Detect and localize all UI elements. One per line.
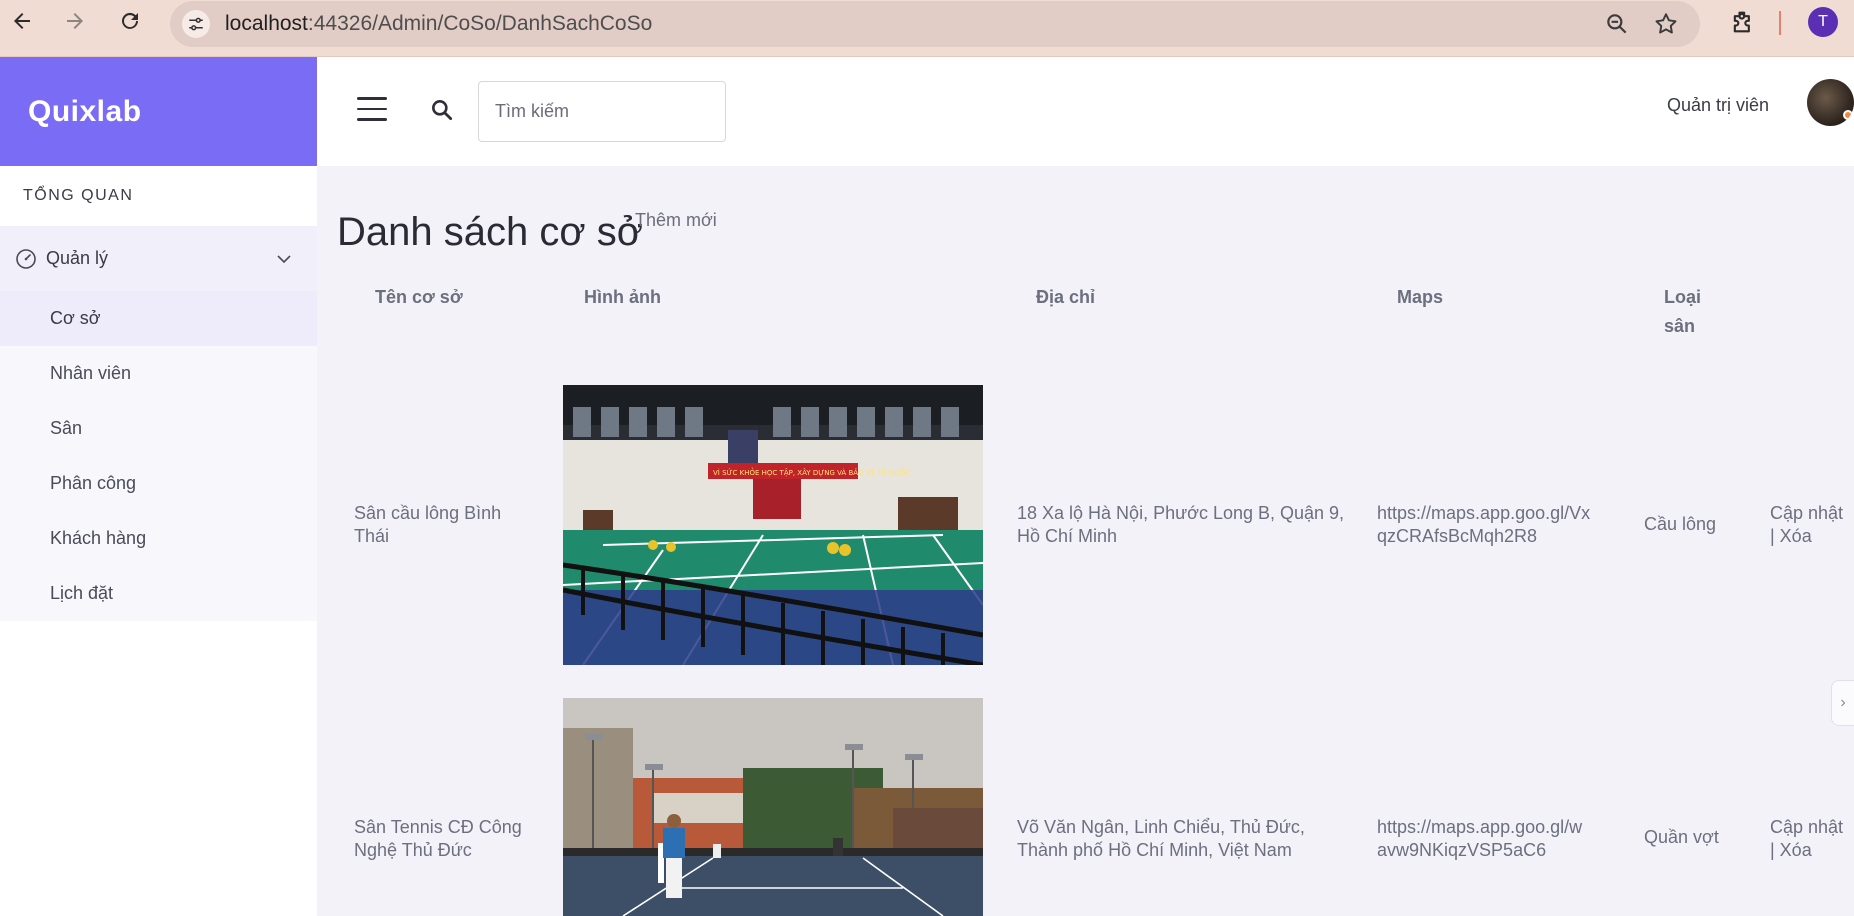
cell-address: Võ Văn Ngân, Linh Chiểu, Thủ Đức, Thành p… [1017,816,1305,862]
sidebar-item-label: Lịch đặt [50,583,114,603]
delete-link[interactable]: | Xóa [1770,839,1843,862]
sidebar-item-label: Sân [50,418,83,438]
column-header-type-line2: sân [1664,316,1696,336]
cell-name-line2: Thái [354,526,390,546]
brand-logo[interactable]: Quixlab [0,57,317,166]
column-header-address: Địa chỉ [1036,287,1096,307]
cell-type: Quần vợt [1644,827,1719,847]
sidebar-item-lich-dat[interactable]: Lịch đặt [0,566,317,621]
sidebar-item-phan-cong[interactable]: Phân công [0,456,317,511]
update-link[interactable]: Cập nhật [1770,816,1843,839]
maps-link[interactable]: https://maps.app.goo.gl/w avw9NKiqzVSP5aC… [1377,816,1582,862]
sidebar-group-toggle[interactable]: Quản lý [0,226,317,291]
forward-arrow-icon[interactable] [62,8,88,34]
maps-link[interactable]: https://maps.app.goo.gl/Vx qzCRAfsBcMqh2R… [1377,502,1590,548]
cell-name-line1: Sân cầu lông Bình [354,503,502,523]
search-icon[interactable] [429,97,455,123]
update-link[interactable]: Cập nhật [1770,502,1843,525]
badminton-court-photo: VÌ SỨC KHỎE HỌC TẬP, XÂY DỰNG VÀ BẢO VỆ … [563,385,983,665]
sidebar: Quixlab TỔNG QUAN Quản lý Cơ sở Nhân viê… [0,57,317,916]
sidebar-group-label: Quản lý [46,248,109,268]
cell-address-line2: Thành phố Hồ Chí Minh, Việt Nam [1017,840,1292,860]
cell-address-line2: Hồ Chí Minh [1017,526,1118,546]
cell-actions: Cập nhật | Xóa [1770,502,1843,548]
back-arrow-icon[interactable] [9,8,35,34]
cell-address: 18 Xa lộ Hà Nội, Phước Long B, Quận 9, Hồ… [1017,502,1344,548]
column-header-name: Tên cơ sở [375,287,463,307]
column-header-maps: Maps [1397,287,1444,307]
cell-type: Cầu lông [1644,514,1717,534]
reload-icon[interactable] [117,8,143,34]
cell-actions: Cập nhật | Xóa [1770,816,1843,862]
sidebar-item-san[interactable]: Sân [0,401,317,456]
sidebar-group-management: Quản lý Cơ sở Nhân viên Sân Phân công Kh… [0,226,317,621]
cell-name-line1: Sân Tennis CĐ Công [354,817,522,837]
search-input[interactable] [478,81,726,142]
main-content: Danh sách cơ sở Thêm mới Tên cơ sở Hình … [317,166,1854,916]
browser-toolbar: localhost:44326/Admin/CoSo/DanhSachCoSo … [0,0,1854,57]
sidebar-item-label: Phân công [50,473,137,493]
chevron-down-icon [277,255,291,264]
sidebar-item-co-so[interactable]: Cơ sở [0,291,317,346]
delete-link[interactable]: | Xóa [1770,525,1843,548]
page-title: Danh sách cơ sở [337,210,643,254]
url-text: localhost:44326/Admin/CoSo/DanhSachCoSo [225,12,652,36]
column-header-type-line1: Loại [1664,287,1702,307]
maps-link-line1: https://maps.app.goo.gl/Vx [1377,503,1591,523]
extensions-icon[interactable] [1729,8,1759,38]
address-bar[interactable]: localhost:44326/Admin/CoSo/DanhSachCoSo [170,1,1700,47]
column-header-image: Hình ảnh [584,287,661,307]
star-icon[interactable] [1653,11,1679,37]
zoom-icon[interactable] [1604,11,1630,37]
top-bar: Quản trị viên [317,57,1854,166]
sidebar-item-label: Khách hàng [50,528,147,548]
cell-address-line1: 18 Xa lộ Hà Nội, Phước Long B, Quận 9, [1017,503,1345,523]
url-path: :44326/Admin/CoSo/DanhSachCoSo [307,12,653,35]
brand-name: Quixlab [28,94,142,128]
sidebar-section-title: TỔNG QUAN [23,187,134,204]
maps-link-line1: https://maps.app.goo.gl/w [1377,817,1583,837]
cell-name: Sân Tennis CĐ Công Nghệ Thủ Đức [354,816,522,862]
sidebar-item-khach-hang[interactable]: Khách hàng [0,511,317,566]
hamburger-icon[interactable] [357,97,387,121]
banner-text: VÌ SỨC KHỎE HỌC TẬP, XÂY DỰNG VÀ BẢO VỆ … [713,467,910,477]
gauge-icon [16,248,36,269]
toolbar-divider [1779,11,1781,35]
tennis-court-photo [563,698,983,916]
column-header-type: Loại sân [1664,283,1701,341]
maps-link-line2: avw9NKiqzVSP5aC6 [1377,840,1547,860]
maps-link-line2: qzCRAfsBcMqh2R8 [1377,526,1538,546]
profile-avatar[interactable]: T [1808,7,1838,37]
admin-menu-label[interactable]: Quản trị viên [1667,95,1769,116]
url-host: localhost [225,12,308,35]
site-settings-icon[interactable] [182,10,210,38]
cell-name: Sân cầu lông Bình Thái [354,502,501,548]
sidebar-item-label: Nhân viên [50,363,132,383]
cell-name-line2: Nghệ Thủ Đức [354,840,472,860]
chevron-right-icon[interactable]: › [1831,680,1854,726]
sidebar-item-nhan-vien[interactable]: Nhân viên [0,346,317,401]
status-dot [1843,110,1853,120]
avatar[interactable] [1807,79,1854,126]
sidebar-item-label: Cơ sở [50,308,101,328]
cell-address-line1: Võ Văn Ngân, Linh Chiểu, Thủ Đức, [1017,817,1305,837]
add-new-link[interactable]: Thêm mới [635,210,717,231]
